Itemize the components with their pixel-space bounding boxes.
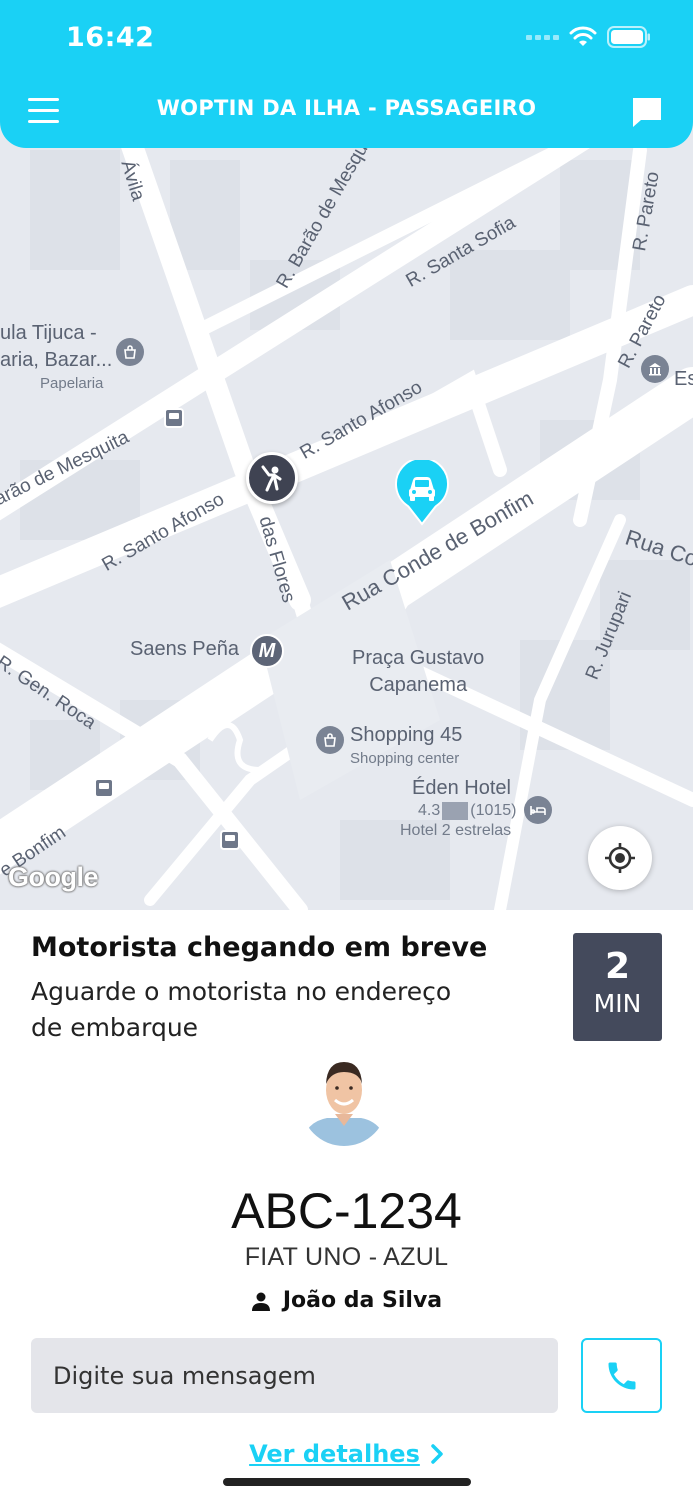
google-attribution: Google — [8, 862, 99, 892]
see-details-link[interactable]: Ver detalhes — [0, 1440, 693, 1468]
arrival-subtitle: Aguarde o motorista no endereço de embar… — [31, 977, 452, 1042]
page-title: WOPTIN DA ILHA - PASSAGEIRO — [156, 96, 537, 120]
metro-icon: M — [250, 634, 284, 668]
hotel-reviews: (1015) — [470, 802, 517, 819]
status-icons — [526, 26, 651, 48]
shopping-bag-icon — [316, 726, 344, 754]
call-driver-button[interactable] — [581, 1338, 662, 1413]
chat-bubble-icon — [633, 98, 661, 127]
status-time: 16:42 — [66, 22, 155, 53]
poi-praca[interactable]: Praça Gustavo Capanema — [352, 645, 484, 699]
poi-category: Shopping center — [350, 750, 460, 767]
signal-icon — [526, 34, 559, 40]
shopping-bag-icon — [116, 338, 144, 366]
poi-category: Hotel 2 estrelas — [400, 822, 512, 839]
eta-badge: 2 MIN — [573, 933, 662, 1041]
chat-button[interactable] — [631, 96, 665, 128]
poi-papelaria[interactable]: ula Tijuca - aria, Bazar... Papelaria — [0, 320, 112, 394]
poi-saens-pena[interactable]: Saens Peña — [130, 636, 239, 663]
poi-hotel[interactable]: Éden Hotel 4.3 (1015) Hotel 2 estrelas — [400, 776, 517, 841]
driver-car-marker[interactable] — [394, 460, 450, 526]
app-header: 16:42 WOPTIN DA ILHA - PASSAGEIRO — [0, 0, 693, 148]
bus-stop-icon — [164, 408, 184, 428]
poi-esq: Es — [674, 368, 693, 390]
poi-name: aria, Bazar... — [0, 349, 113, 371]
battery-icon — [607, 26, 650, 48]
chevron-right-icon — [431, 1444, 443, 1464]
license-plate: ABC-1234 — [231, 1183, 462, 1239]
wifi-icon — [569, 26, 597, 46]
eta-value: 2 — [604, 946, 631, 987]
bus-stop-icon — [94, 778, 114, 798]
see-details-label: Ver detalhes — [249, 1440, 420, 1468]
poi-name: Capanema — [369, 674, 468, 696]
driver-name: João da Silva — [282, 1288, 443, 1313]
car-model: FIAT UNO - AZUL — [244, 1243, 449, 1271]
poi-name: Éden Hotel — [412, 777, 511, 799]
arrival-title: Motorista chegando em breve — [31, 932, 488, 963]
driver-avatar — [301, 1056, 387, 1146]
waving-person-icon — [261, 465, 282, 492]
home-indicator — [223, 1478, 471, 1486]
poi-name: Shopping 45 — [350, 724, 463, 746]
driver-info-panel: Motorista chegando em breve Aguarde o mo… — [0, 910, 693, 1500]
star-icon — [442, 802, 469, 820]
my-location-icon — [605, 843, 635, 873]
driver-name-row: João da Silva — [0, 1288, 693, 1313]
recenter-location-button[interactable] — [588, 826, 652, 890]
poi-name: ula Tijuca - — [0, 322, 97, 344]
poi-name: Praça Gustavo — [352, 647, 485, 669]
hotel-rating: 4.3 — [418, 802, 441, 819]
poi-category: Papelaria — [40, 375, 104, 392]
eta-unit: MIN — [593, 989, 642, 1018]
phone-icon — [608, 1362, 635, 1389]
bus-stop-icon — [220, 830, 240, 850]
passenger-location-marker[interactable] — [246, 452, 298, 504]
poi-shopping[interactable]: Shopping 45 Shopping center — [350, 722, 462, 769]
message-input[interactable] — [31, 1338, 558, 1413]
bed-icon — [524, 796, 552, 824]
museum-icon — [641, 355, 669, 383]
person-icon — [251, 1292, 270, 1311]
